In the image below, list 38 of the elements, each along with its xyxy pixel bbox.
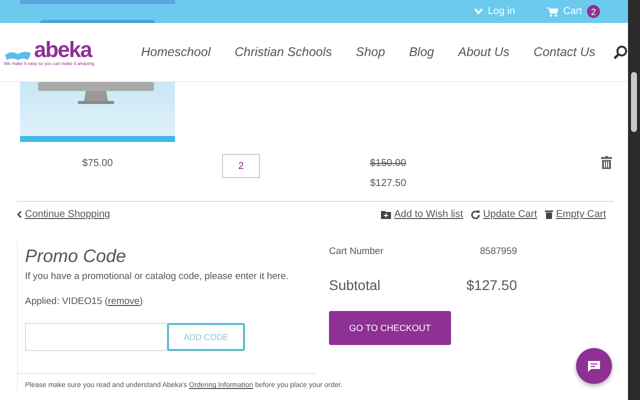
original-total: $150.00 xyxy=(370,158,406,169)
nav-link[interactable]: Homeschool xyxy=(141,45,211,59)
search-icon[interactable] xyxy=(613,44,628,60)
checkout-button[interactable]: GO TO CHECKOUT xyxy=(329,311,451,345)
nav-link[interactable]: Blog xyxy=(409,45,434,59)
promo-title: Promo Code xyxy=(25,246,128,267)
scrollbar[interactable] xyxy=(628,0,640,400)
folder-plus-icon xyxy=(381,210,392,218)
discounted-total: $127.50 xyxy=(370,178,406,189)
chevron-down-icon xyxy=(474,8,483,15)
trash-icon xyxy=(544,210,553,219)
chat-button[interactable] xyxy=(576,348,612,384)
promo-code-field[interactable] xyxy=(25,323,168,351)
chat-icon xyxy=(587,360,601,372)
refresh-icon xyxy=(471,210,480,219)
update-cart-link[interactable]: Update Cart xyxy=(471,209,537,220)
logo-wordmark[interactable]: abeka xyxy=(34,38,92,60)
nav-link[interactable]: Contact Us xyxy=(534,45,596,59)
cart-number-label: Cart Number xyxy=(329,246,384,257)
cart-link[interactable]: Cart 2 xyxy=(547,5,600,18)
cart-number: 8587959 xyxy=(480,246,517,257)
chevron-left-icon xyxy=(17,211,22,218)
empty-cart-link[interactable]: Empty Cart xyxy=(544,209,606,220)
nav-link[interactable]: Christian Schools xyxy=(234,45,332,59)
nav-link[interactable]: Shop xyxy=(356,45,386,59)
applied-code-text: Applied: VIDEO15 (remove) xyxy=(25,296,144,307)
wish-list-link[interactable]: Add to Wish list xyxy=(381,209,464,220)
promo-description: If you have a promotional or catalog code, please enter it here. xyxy=(25,271,290,282)
quantity-field[interactable]: 2 xyxy=(222,154,260,178)
remove-link[interactable]: remove xyxy=(108,296,140,307)
continue-shopping-link[interactable]: Continue Shopping xyxy=(17,209,110,220)
subtotal-label: Subtotal xyxy=(329,277,380,293)
subtotal-amount: $127.50 xyxy=(466,277,517,293)
trash-icon[interactable] xyxy=(601,156,612,169)
unit-price: $75.00 xyxy=(81,158,114,169)
nav-link[interactable]: About Us xyxy=(458,45,510,59)
cart-icon xyxy=(547,6,558,16)
cart-count-badge: 2 xyxy=(587,5,600,18)
